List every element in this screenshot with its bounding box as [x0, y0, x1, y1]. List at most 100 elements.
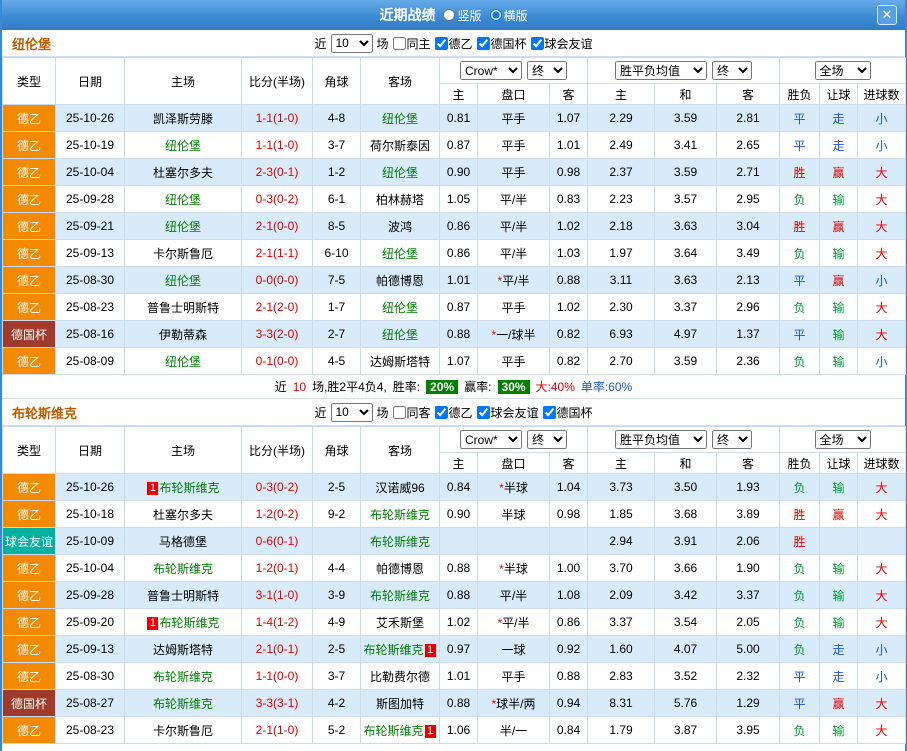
league-filter-checkbox[interactable] [530, 36, 544, 50]
column-header: 进球数 [857, 452, 906, 474]
odds-company-select[interactable]: Crow* [460, 430, 522, 449]
column-header: 进球数 [857, 83, 906, 105]
column-header: 主场 [124, 57, 242, 105]
column-header: 角球 [312, 57, 361, 105]
summary-count: 10 [292, 379, 307, 394]
horizontal-radio[interactable] [489, 9, 502, 21]
result: 平 [779, 266, 820, 294]
home-handicap-odds: 0.88 [439, 320, 478, 348]
league-filter-checkbox[interactable] [476, 36, 490, 50]
scope-select[interactable]: 全场 [814, 61, 871, 80]
away-team: 纽伦堡 [360, 293, 440, 321]
match-row: 德乙 25-08-23 普鲁士明斯特 2-1(2-0) 1-7 纽伦堡 0.87 平手 1.02… [2, 293, 906, 321]
draw-odds: 3.41 [654, 131, 717, 159]
team-header: 纽伦堡 近 10 场 同主 德乙 德国杯 球会友谊 [2, 30, 905, 57]
handicap-text: 半球 [503, 480, 528, 495]
team-section: 布轮斯维克近 10 场同客 德乙 球会友谊 德国杯 类型 日期 主场 比分(半场) 角球 客场 Crow… [2, 399, 906, 744]
match-date: 25-09-28 [55, 581, 125, 609]
team-name-text: 布轮斯维克 [152, 669, 213, 684]
odds-final-select[interactable]: 终 [712, 61, 752, 80]
league-filter-checkbox-label: 球会友谊 [490, 405, 539, 420]
same-venue-checkbox[interactable] [392, 36, 406, 50]
league-filter-checkbox-option[interactable]: 球会友谊 [530, 35, 593, 52]
scope-select[interactable]: 全场 [814, 430, 871, 449]
home-handicap-odds: 1.02 [439, 608, 478, 636]
corners: 9-2 [312, 500, 361, 528]
handicap-result: 输 [819, 554, 858, 582]
away-team: 布轮斯维克 1 [360, 716, 440, 744]
away-handicap-odds: 0.98 [549, 500, 588, 528]
league-filter-checkbox[interactable] [542, 405, 556, 419]
league-filter-checkbox[interactable] [434, 36, 448, 50]
scope-select-group: 全场 [779, 426, 906, 453]
league-filter-checkbox-option[interactable]: 德国杯 [476, 35, 527, 52]
away-team: 帕德博恩 [360, 266, 440, 294]
handicap-result: 输 [819, 716, 858, 744]
column-header: 类型 [2, 57, 56, 105]
goals-result: 大 [857, 689, 906, 717]
draw-odds: 3.63 [654, 212, 717, 240]
odds-company-select[interactable]: Crow* [460, 61, 522, 80]
home-team: 布轮斯维克 [124, 689, 242, 717]
score: 1-1(1-0) [241, 131, 313, 159]
match-date: 25-10-26 [55, 473, 125, 501]
handicap-line: *半球 [477, 554, 550, 582]
match-row: 德国杯 25-08-27 布轮斯维克 3-3(3-1) 4-2 斯图加特 0.88 *球半/两… [2, 689, 906, 717]
away-handicap-odds: 0.82 [549, 347, 588, 375]
match-type: 德国杯 [2, 320, 56, 348]
match-type: 德乙 [2, 239, 56, 267]
home-win-odds: 3.37 [587, 608, 655, 636]
summary-record: 场,胜2平4负4, [312, 380, 387, 394]
layout-vertical-option[interactable]: 竖版 [443, 7, 482, 24]
score: 0-3(0-2) [241, 185, 313, 213]
league-filter-checkbox-option[interactable]: 球会友谊 [476, 404, 539, 421]
odd-rate: 单率:60% [580, 380, 633, 394]
same-venue-checkbox-option[interactable]: 同主 [392, 35, 431, 52]
same-venue-checkbox-option[interactable]: 同客 [392, 404, 431, 421]
goals-result: 大 [857, 716, 906, 744]
league-filter-checkbox-option[interactable]: 德国杯 [542, 404, 593, 421]
league-filter-checkbox[interactable] [434, 405, 448, 419]
handicap-line: 平手 [477, 131, 550, 159]
same-venue-checkbox[interactable] [392, 405, 406, 419]
handicap-final-select[interactable]: 终 [527, 430, 567, 449]
away-win-odds: 3.37 [716, 581, 780, 609]
goals-result: 大 [857, 554, 906, 582]
home-handicap-odds: 1.06 [439, 716, 478, 744]
league-filter-checkbox[interactable] [476, 405, 490, 419]
corners: 3-7 [312, 662, 361, 690]
vertical-radio[interactable] [443, 9, 456, 21]
result: 负 [779, 635, 820, 663]
avg-odds-select[interactable]: 胜平负均值 [615, 61, 707, 80]
goals-result: 大 [857, 293, 906, 321]
asian-rate-badge: 30% [497, 379, 530, 394]
handicap-selects: Crow* 终 [441, 430, 587, 449]
close-icon[interactable]: ✕ [877, 5, 897, 25]
match-date: 25-08-23 [55, 293, 125, 321]
league-filter-checkbox-option[interactable]: 德乙 [434, 35, 473, 52]
match-count-select[interactable]: 10 [330, 402, 373, 422]
match-row: 德国杯 25-08-16 伊勒蒂森 3-3(2-0) 2-7 纽伦堡 0.88 *一/球半 0.… [2, 320, 906, 348]
match-date: 25-09-13 [55, 239, 125, 267]
away-win-odds: 2.05 [716, 608, 780, 636]
score: 1-2(0-2) [241, 500, 313, 528]
league-filter-checkbox-option[interactable]: 德乙 [434, 404, 473, 421]
away-handicap-odds: 0.94 [549, 689, 588, 717]
goals-result: 大 [857, 185, 906, 213]
away-win-odds: 3.89 [716, 500, 780, 528]
score: 3-1(1-0) [241, 581, 313, 609]
odds-final-select[interactable]: 终 [712, 430, 752, 449]
match-count-select[interactable]: 10 [330, 33, 373, 53]
handicap-final-select[interactable]: 终 [527, 61, 567, 80]
layout-horizontal-option[interactable]: 横版 [489, 7, 528, 24]
team-name-text: 帕德博恩 [375, 273, 424, 288]
home-handicap-odds: 0.88 [439, 554, 478, 582]
match-type: 德乙 [2, 608, 56, 636]
avg-odds-select[interactable]: 胜平负均值 [615, 430, 707, 449]
column-header: 客 [716, 83, 780, 105]
result: 胜 [779, 500, 820, 528]
score: 1-4(1-2) [241, 608, 313, 636]
handicap-line: 半球 [477, 500, 550, 528]
home-team: 1 布轮斯维克 [124, 473, 242, 501]
match-row: 德乙 25-08-23 卡尔斯鲁厄 2-1(1-0) 5-2 布轮斯维克 1 1.06 半/一 0… [2, 716, 906, 744]
